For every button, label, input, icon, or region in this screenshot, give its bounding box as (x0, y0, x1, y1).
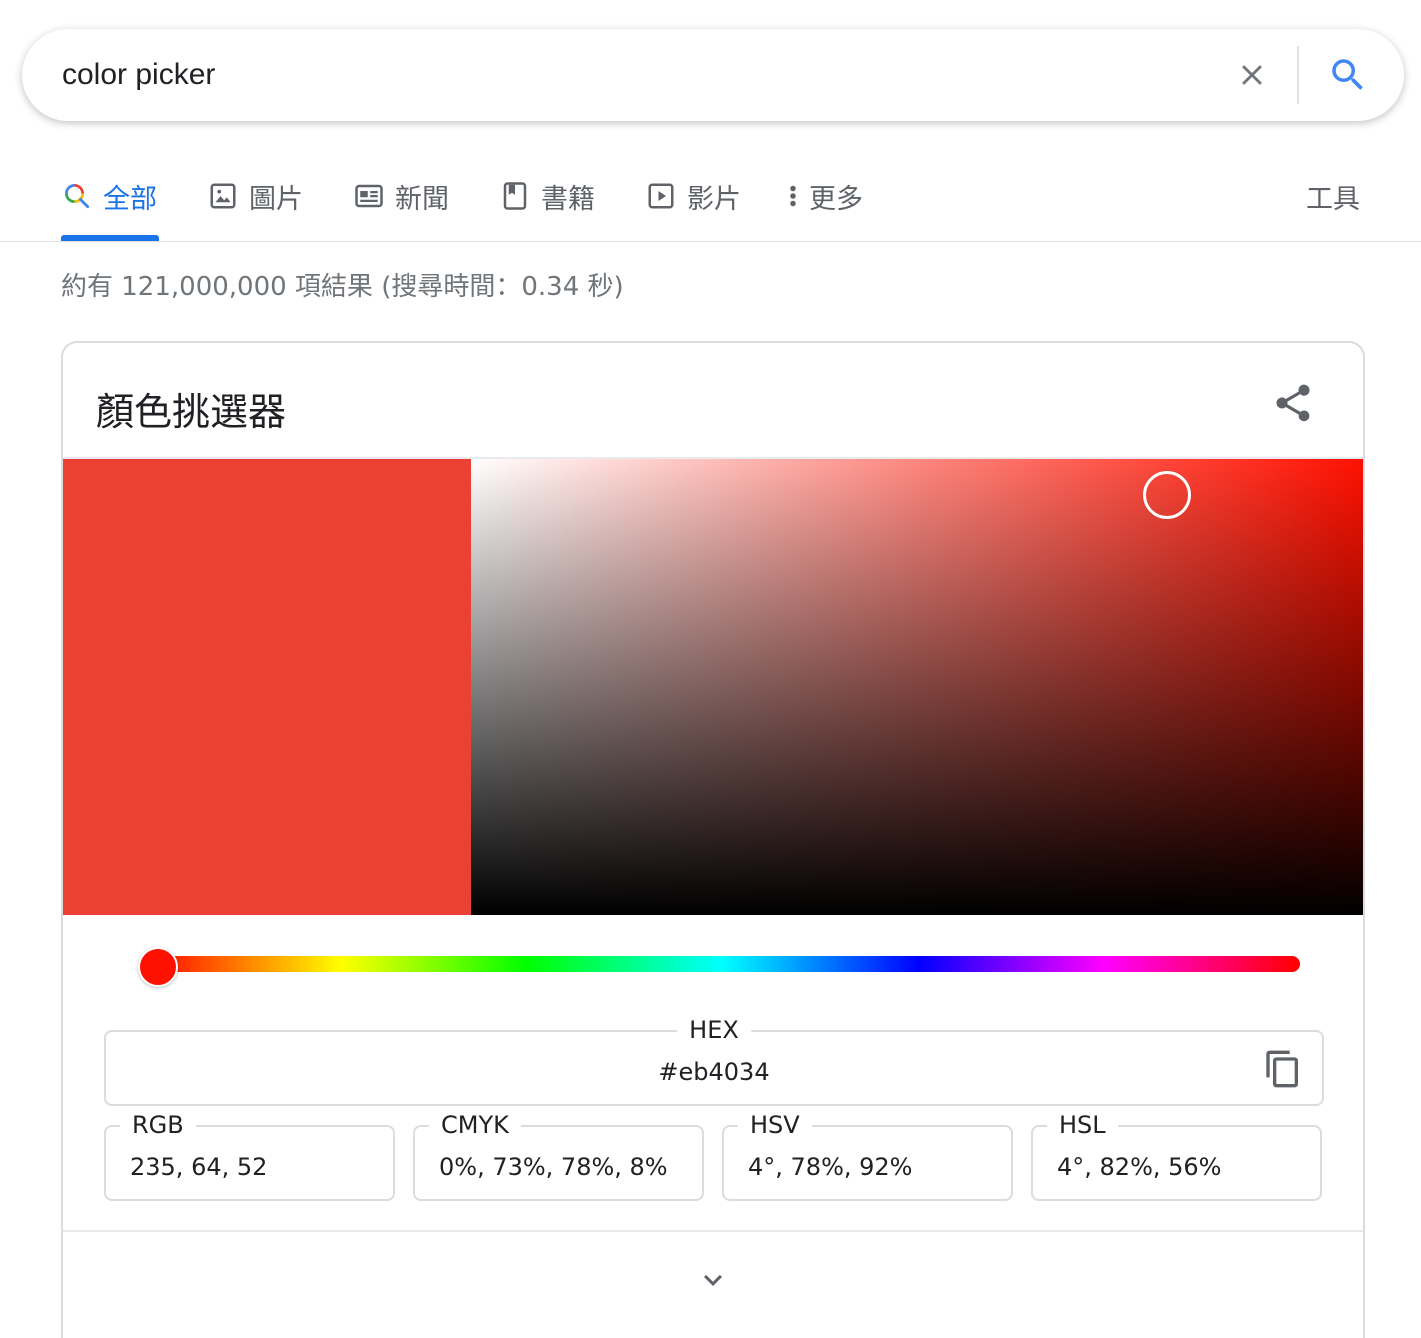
share-button[interactable] (1263, 373, 1323, 433)
hue-slider-handle[interactable] (137, 947, 178, 987)
tools-button[interactable]: 工具 (1306, 176, 1360, 216)
tab-books[interactable]: 書籍 (499, 176, 595, 216)
hue-slider[interactable] (145, 956, 1300, 972)
clear-search-button[interactable] (1226, 49, 1278, 101)
hsv-field: HSV (722, 1110, 1013, 1201)
footer-divider (63, 1230, 1363, 1232)
copy-button[interactable] (1260, 1046, 1306, 1092)
rgb-label: RGB (120, 1110, 196, 1140)
tab-label: 書籍 (541, 183, 595, 215)
cmyk-label: CMYK (429, 1110, 521, 1140)
hsv-label: HSV (738, 1110, 812, 1140)
saturation-value-picker[interactable] (471, 459, 1363, 915)
tab-more[interactable]: 更多 (783, 176, 863, 216)
color-swatch (63, 459, 471, 915)
hsl-input[interactable] (1057, 1153, 1307, 1181)
more-vert-icon (783, 180, 803, 212)
news-icon (353, 180, 385, 212)
tab-videos[interactable]: 影片 (645, 176, 741, 216)
tab-all[interactable]: 全部 (61, 176, 157, 216)
hsl-label: HSL (1047, 1110, 1118, 1140)
tab-news[interactable]: 新聞 (353, 176, 449, 216)
value-gradient (471, 459, 1363, 915)
rgb-field: RGB (104, 1110, 395, 1201)
video-icon (645, 180, 677, 212)
image-icon (207, 180, 239, 212)
card-title: 顏色挑選器 (96, 390, 287, 434)
result-stats: 約有 121,000,000 項結果 (搜尋時間：0.34 秒) (61, 272, 624, 302)
hsv-input[interactable] (748, 1153, 998, 1181)
search-icon (1332, 59, 1363, 90)
chevron-down-icon (704, 1274, 722, 1286)
tab-label: 新聞 (395, 183, 449, 215)
book-icon (499, 180, 531, 212)
cmyk-input[interactable] (439, 1153, 689, 1181)
hsl-field: HSL (1031, 1110, 1322, 1201)
search-tabs: 全部 圖片 新聞 書籍 影片 更多 工具 (0, 150, 1421, 242)
search-button[interactable] (1322, 49, 1374, 101)
share-icon (1276, 384, 1310, 422)
tab-label: 更多 (809, 183, 863, 215)
rgb-input[interactable] (130, 1153, 380, 1181)
copy-icon (1266, 1050, 1298, 1088)
saturation-value-handle[interactable] (1142, 471, 1191, 520)
tab-images[interactable]: 圖片 (207, 176, 303, 216)
tab-label: 圖片 (249, 183, 303, 215)
active-tab-indicator (61, 235, 159, 241)
hex-input[interactable] (106, 1058, 1322, 1086)
hex-label: HEX (677, 1015, 751, 1045)
hex-field: HEX (104, 1015, 1324, 1106)
search-input[interactable] (62, 47, 1212, 103)
search-divider (1297, 46, 1299, 104)
close-icon (1242, 65, 1262, 85)
tab-label: 影片 (687, 183, 741, 215)
tab-label: 全部 (103, 183, 157, 215)
color-picker-card: 顏色挑選器 HEX RGB CMYK HSV HSL (61, 341, 1365, 1338)
multicolor-search-icon (61, 180, 93, 212)
expand-button[interactable] (685, 1255, 741, 1305)
cmyk-field: CMYK (413, 1110, 704, 1201)
search-bar (22, 29, 1404, 121)
